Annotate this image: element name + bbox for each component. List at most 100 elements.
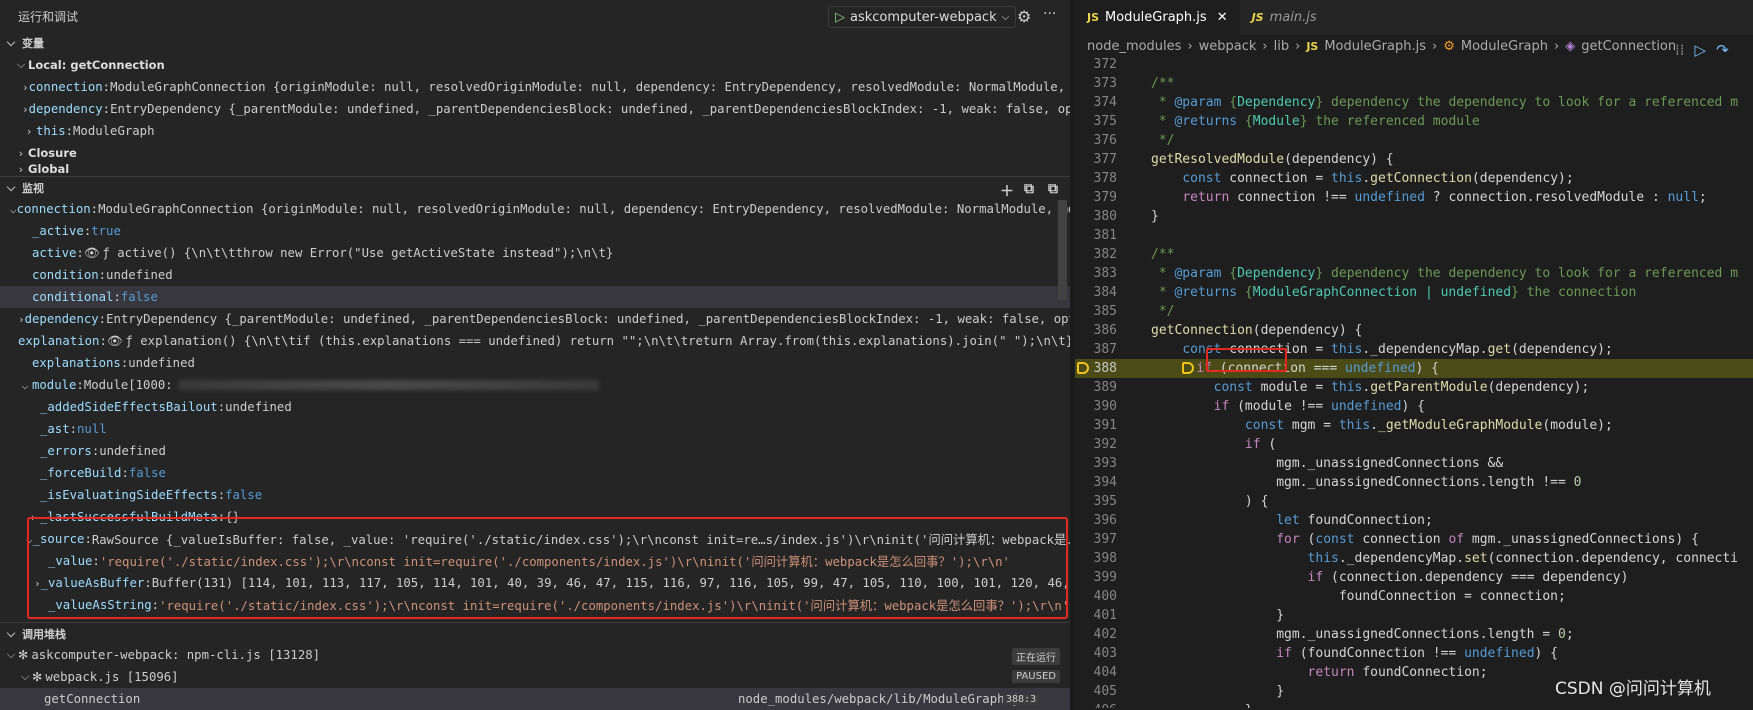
- callstack-thread[interactable]: ⌵ ✻ webpack.js [15096] PAUSED: [0, 666, 1070, 688]
- code-line[interactable]: 396 let foundConnection;: [1075, 511, 1753, 530]
- eye-icon[interactable]: 👁: [107, 334, 123, 349]
- callstack-frame[interactable]: getConnection node_modules/webpack/lib/M…: [0, 688, 1070, 710]
- chevron-right-icon: ›: [1554, 38, 1560, 54]
- line-number: 397: [1093, 532, 1117, 547]
- breadcrumb-item[interactable]: getConnection: [1581, 39, 1676, 54]
- callstack-section-header[interactable]: ⌵ 调用堆栈: [0, 622, 1070, 644]
- gear-icon[interactable]: ⚙: [1017, 7, 1031, 26]
- code-line[interactable]: 393 mgm._unassignedConnections &&: [1075, 454, 1753, 473]
- breadcrumb-item[interactable]: ModuleGraph.js: [1324, 39, 1426, 54]
- code-line[interactable]: 375 * @returns {Module} the referenced m…: [1075, 112, 1753, 131]
- line-number: 372: [1093, 57, 1117, 72]
- eye-icon[interactable]: 👁: [84, 246, 100, 261]
- drag-handle-icon[interactable]: ⁞⁞: [1675, 41, 1685, 59]
- watch-section-header[interactable]: ⌵ 监视 ＋ ⧉ ⧉: [0, 176, 1070, 200]
- breadcrumb-item[interactable]: ModuleGraph: [1461, 39, 1548, 54]
- watch-value: false: [225, 488, 263, 502]
- line-number: 376: [1093, 133, 1117, 148]
- collapse-icon[interactable]: ⧉: [1024, 181, 1034, 197]
- play-icon[interactable]: ▷: [835, 10, 845, 25]
- watch-value: ModuleGraphConnection {originModule: nul…: [98, 202, 1070, 216]
- watch-row[interactable]: _forceBuild: false: [0, 462, 1070, 484]
- code-line[interactable]: 388 if (connection === undefined) {: [1075, 359, 1753, 378]
- tab-main[interactable]: JS main.js: [1240, 0, 1329, 35]
- code-line[interactable]: 392 if (: [1075, 435, 1753, 454]
- code-line[interactable]: 398 this._dependencyMap.set(connection.d…: [1075, 549, 1753, 568]
- watch-row[interactable]: _addedSideEffectsBailout: undefined: [0, 396, 1070, 418]
- closure-scope[interactable]: › Closure: [0, 142, 1070, 164]
- more-actions-icon[interactable]: ···: [1043, 6, 1056, 22]
- code-line[interactable]: 382/**: [1075, 245, 1753, 264]
- run-config-select[interactable]: ▷ askcomputer-webpack ⌵: [828, 6, 1017, 28]
- chevron-down-icon: ⌵: [1001, 11, 1010, 23]
- callstack-section-title: 调用堆栈: [22, 627, 66, 641]
- code-line[interactable]: 387 const connection = this._dependencyM…: [1075, 340, 1753, 359]
- code-line[interactable]: 372: [1075, 55, 1753, 74]
- code-area[interactable]: 372 373/** 374 * @param {Dependency} depen…: [1075, 55, 1753, 708]
- code-line[interactable]: 406 }: [1075, 701, 1753, 708]
- variables-section-header[interactable]: ⌵ 变量: [0, 32, 1070, 54]
- watch-row[interactable]: _active: true: [0, 220, 1070, 242]
- tab-modulegraph[interactable]: JS ModuleGraph.js ✕: [1075, 0, 1240, 35]
- watch-row[interactable]: › _valueAsBuffer: Buffer(131) [114, 101, …: [0, 572, 1070, 594]
- code-line[interactable]: 383 * @param {Dependency} dependency the…: [1075, 264, 1753, 283]
- watch-row[interactable]: › _lastSuccessfulBuildMeta: {}: [0, 506, 1070, 528]
- watch-row[interactable]: › dependency: EntryDependency {_parentMod…: [0, 308, 1070, 330]
- code-line[interactable]: 395 ) {: [1075, 492, 1753, 511]
- watch-row[interactable]: ⌵ _source: RawSource {_valueIsBuffer: fal…: [0, 528, 1070, 550]
- code-line[interactable]: 378 const connection = this.getConnectio…: [1075, 169, 1753, 188]
- variable-row[interactable]: › dependency: EntryDependency {_parentMod…: [0, 98, 1070, 120]
- watch-value: ƒ explanation() {\n\t\tif (this.explanat…: [125, 334, 1070, 348]
- watch-row[interactable]: condition: undefined: [0, 264, 1070, 286]
- watch-row[interactable]: explanation: 👁 ƒ explanation() {\n\t\tif …: [0, 330, 1070, 352]
- watch-row[interactable]: ⌵ connection: ModuleGraphConnection {orig…: [0, 198, 1070, 220]
- code-line[interactable]: 399 if (connection.dependency === depend…: [1075, 568, 1753, 587]
- watch-row[interactable]: _errors: undefined: [0, 440, 1070, 462]
- code-line[interactable]: 397 for (const connection of mgm._unassi…: [1075, 530, 1753, 549]
- global-scope[interactable]: › Global: [0, 164, 1070, 174]
- code-line[interactable]: 384 * @returns {ModuleGraphConnection | …: [1075, 283, 1753, 302]
- code-line[interactable]: 394 mgm._unassignedConnections.length !=…: [1075, 473, 1753, 492]
- watch-row[interactable]: _isEvaluatingSideEffects: false: [0, 484, 1070, 506]
- breadcrumb-item[interactable]: webpack: [1199, 39, 1257, 54]
- watch-row[interactable]: ⌵ module: Module[1000:: [0, 374, 1070, 396]
- status-badge: PAUSED: [1012, 670, 1060, 683]
- callstack-thread[interactable]: ⌵ ✻ askcomputer-webpack: npm-cli.js [131…: [0, 644, 1070, 666]
- breadcrumb-item[interactable]: lib: [1274, 39, 1289, 54]
- code-line[interactable]: 391 const mgm = this._getModuleGraphModu…: [1075, 416, 1753, 435]
- code-line[interactable]: 379 return connection !== undefined ? co…: [1075, 188, 1753, 207]
- code-line[interactable]: 390 if (module !== undefined) {: [1075, 397, 1753, 416]
- watch-row[interactable]: conditional: false: [0, 286, 1070, 308]
- code-line[interactable]: 380}: [1075, 207, 1753, 226]
- code-line[interactable]: 385 */: [1075, 302, 1753, 321]
- watch-row[interactable]: explanations: undefined: [0, 352, 1070, 374]
- code-line[interactable]: 401 }: [1075, 606, 1753, 625]
- watch-row[interactable]: _valueAsString: 'require('./static/index…: [0, 594, 1070, 616]
- code-line[interactable]: 403 if (foundConnection !== undefined) {: [1075, 644, 1753, 663]
- watch-row[interactable]: _ast: null: [0, 418, 1070, 440]
- watch-row[interactable]: _value: 'require('./static/index.css');\…: [0, 550, 1070, 572]
- code-line[interactable]: 381: [1075, 226, 1753, 245]
- watch-scrollbar[interactable]: [1058, 200, 1067, 300]
- watch-key: active: [32, 246, 77, 260]
- code-line[interactable]: 373/**: [1075, 74, 1753, 93]
- watch-value: Module[1000:: [83, 378, 173, 392]
- code-line[interactable]: 386 getConnection(dependency) {: [1075, 321, 1753, 340]
- code-line[interactable]: 376 */: [1075, 131, 1753, 150]
- code-line[interactable]: 389 const module = this.getParentModule(…: [1075, 378, 1753, 397]
- close-icon[interactable]: ✕: [1217, 10, 1228, 25]
- local-scope[interactable]: ⌵ Local: getConnection: [0, 54, 1070, 76]
- chevron-down-icon: ⌵: [21, 378, 29, 392]
- variable-row[interactable]: › this: ModuleGraph: [0, 120, 1070, 142]
- line-number: 386: [1093, 323, 1117, 338]
- code-line[interactable]: 377 getResolvedModule(dependency) {: [1075, 150, 1753, 169]
- code-line[interactable]: 400 foundConnection = connection;: [1075, 587, 1753, 606]
- watch-row[interactable]: active: 👁 ƒ active() {\n\t\tthrow new Err…: [0, 242, 1070, 264]
- continue-icon[interactable]: ▷: [1695, 41, 1707, 59]
- breadcrumb-item[interactable]: node_modules: [1087, 39, 1181, 54]
- step-over-icon[interactable]: ↷: [1716, 41, 1729, 59]
- code-line[interactable]: 374 * @param {Dependency} dependency the…: [1075, 93, 1753, 112]
- code-line[interactable]: 402 mgm._unassignedConnections.length = …: [1075, 625, 1753, 644]
- copy-icon[interactable]: ⧉: [1048, 181, 1058, 197]
- variable-row[interactable]: › connection: ModuleGraphConnection {orig…: [0, 76, 1070, 98]
